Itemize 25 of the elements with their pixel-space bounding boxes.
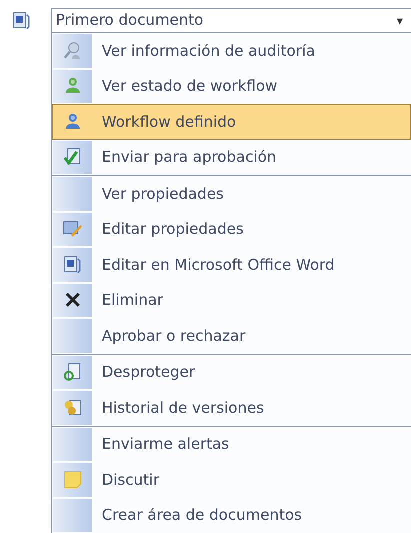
menu-item[interactable]: Historial de versiones [52, 390, 411, 426]
menu-item[interactable]: Editar en Microsoft Office Word [52, 247, 411, 282]
menu-item[interactable]: Discutir [52, 462, 411, 498]
dropdown-value: Primero documento [56, 10, 205, 32]
menu-item[interactable]: Eliminar [52, 282, 411, 318]
menu-item[interactable]: Workflow definido [52, 104, 411, 140]
document-check-icon [62, 147, 82, 168]
menu-item[interactable]: Aprobar o rechazar [52, 318, 411, 354]
magnifier-person-icon [62, 40, 82, 61]
menu-item[interactable]: Crear área de documentos [52, 498, 411, 533]
delete-icon [64, 291, 82, 310]
menu-item[interactable]: Editar propiedades [52, 212, 411, 247]
dropdown-arrow: ▾ [396, 12, 403, 30]
menu-item[interactable]: Enviar para aprobación [52, 140, 411, 175]
menu-item[interactable]: Ver información de auditoría [52, 33, 411, 68]
menu-item[interactable]: Ver propiedades [52, 176, 411, 212]
menu-item[interactable]: Desproteger [52, 354, 411, 390]
note-icon [64, 470, 82, 489]
edit-form-icon [62, 219, 82, 240]
menu-item[interactable]: Ver estado de workflow [52, 68, 411, 104]
document-dropdown[interactable]: Primero documento ▾ [51, 8, 411, 33]
menu-item[interactable]: Enviarme alertas [52, 426, 411, 462]
word-document-icon [62, 254, 82, 275]
versions-icon [62, 398, 82, 418]
document-icon [12, 10, 32, 30]
